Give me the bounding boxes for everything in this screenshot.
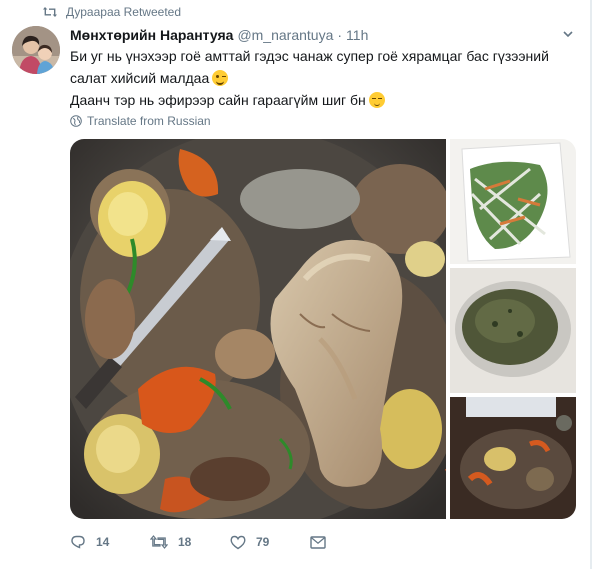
like-button[interactable]: 79 <box>230 530 310 554</box>
translate-text[interactable]: Translate from Russian <box>87 114 211 128</box>
tweet-text-line: салат хийсий малдаа <box>70 67 560 89</box>
tweet-text-line: Би уг нь үнэхээр гоё амттай гэдэс чанаж … <box>70 45 560 67</box>
direct-message-button[interactable] <box>310 530 340 554</box>
header-separator: · <box>337 27 343 43</box>
retweet-icon <box>150 535 168 549</box>
green-soup-photo[interactable] <box>450 268 576 393</box>
tweet-text-line2: салат хийсий малдаа <box>70 70 210 86</box>
meal-table-photo[interactable] <box>450 397 576 519</box>
winking-face-tongue-emoji <box>212 70 229 86</box>
translate-link[interactable]: Translate from Russian <box>70 113 211 129</box>
avatar[interactable] <box>12 26 60 74</box>
heart-icon <box>230 535 246 549</box>
chevron-down-icon[interactable] <box>562 27 574 39</box>
retweet-context-text[interactable]: Дурааpaa Retweeted <box>66 5 181 19</box>
tweet-text-line1: Би уг нь үнэхээр гоё амттай гэдэс чанаж … <box>70 48 549 64</box>
retweet-context: Дурааpaa Retweeted <box>42 4 181 20</box>
envelope-icon <box>310 535 326 549</box>
like-count: 79 <box>256 535 270 549</box>
reply-icon <box>71 535 85 549</box>
sleepy-face-emoji <box>368 92 385 108</box>
tweet-text-line3: Даанч тэр нь эфирээр сайн гараагүйм шиг … <box>70 92 366 108</box>
tweet-actions: 14 18 79 <box>70 530 340 554</box>
reply-button[interactable]: 14 <box>70 530 150 554</box>
author-handle[interactable]: @m_narantuya <box>237 27 333 43</box>
retweet-count: 18 <box>178 535 192 549</box>
tweet-timestamp[interactable]: 11h <box>346 27 368 43</box>
tweet-header: Мөнхтөрийн Нарантуяа @m_narantuya · 11h <box>70 25 368 45</box>
globe-icon <box>70 115 82 127</box>
tweet-text-line: Даанч тэр нь эфирээр сайн гараагүйм шиг … <box>70 89 560 111</box>
author-name[interactable]: Мөнхтөрийн Нарантуяа <box>70 27 233 43</box>
tweet-media <box>70 139 576 519</box>
boiled-meat-pot-photo[interactable] <box>70 139 490 519</box>
reply-count: 14 <box>96 535 110 549</box>
retweet-button[interactable]: 18 <box>150 530 230 554</box>
retweet-icon <box>42 5 58 19</box>
vegetable-salad-photo[interactable] <box>450 139 576 264</box>
tweet-text: Би уг нь үнэхээр гоё амттай гэдэс чанаж … <box>70 45 560 111</box>
